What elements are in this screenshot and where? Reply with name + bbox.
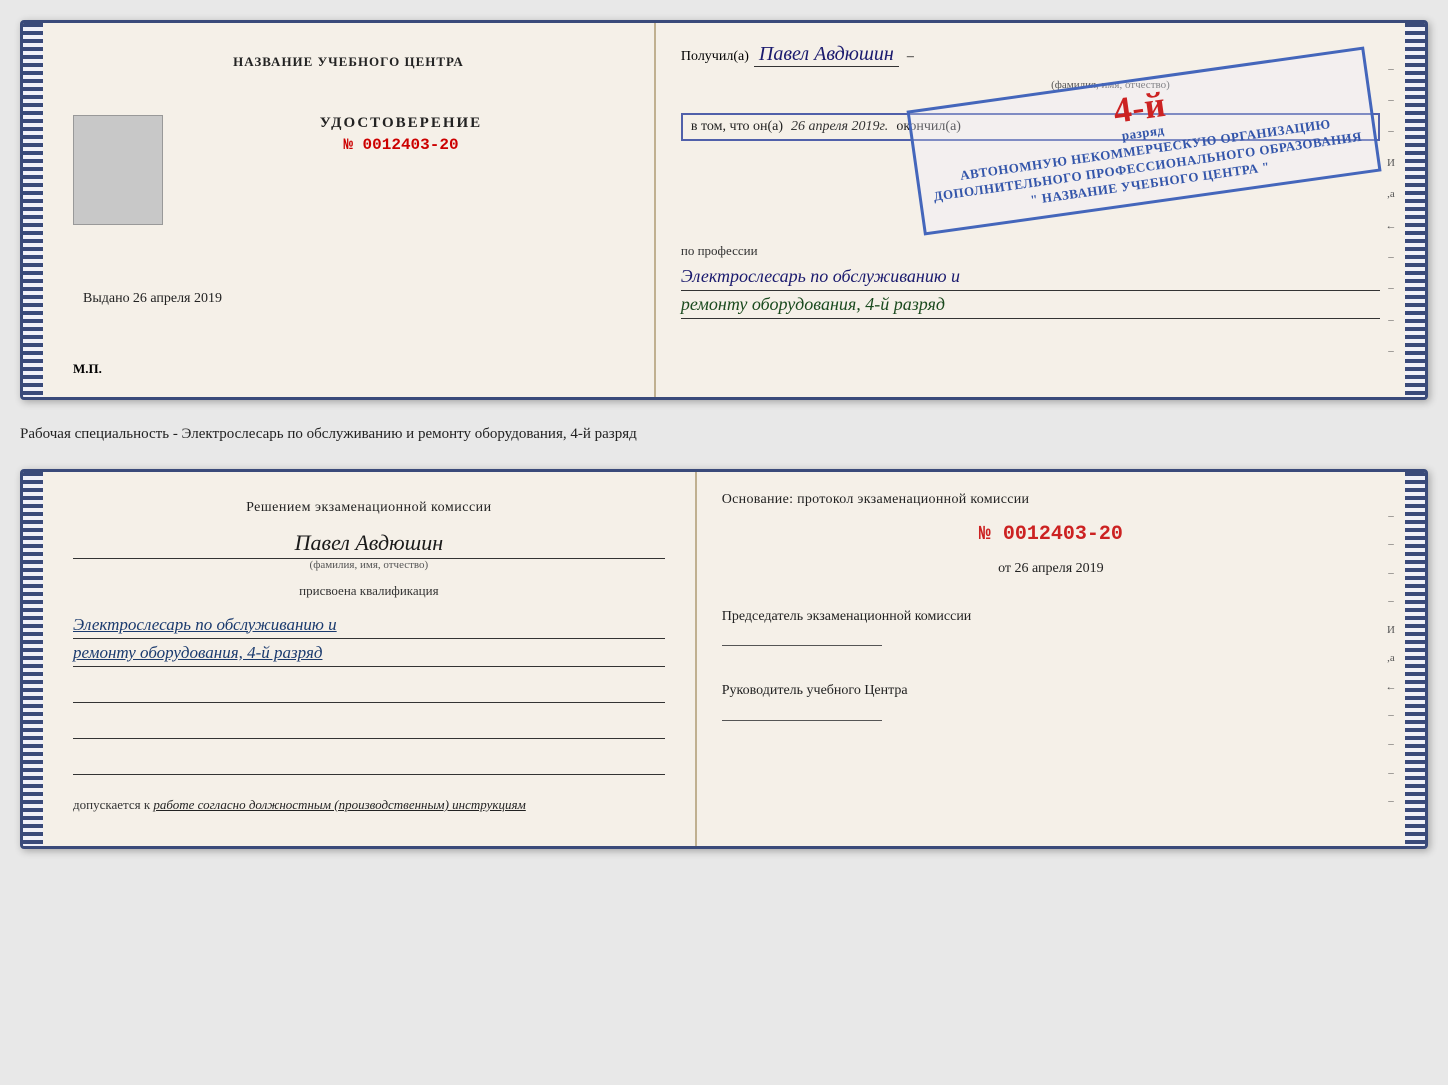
- cert-number: № 0012403-20: [343, 136, 458, 154]
- issued-date: 26 апреля 2019: [133, 291, 222, 306]
- leader-label: Руководитель учебного Центра: [722, 681, 1380, 701]
- received-name: Павел Авдюшин: [754, 43, 899, 67]
- osnov-label: Основание: протокол экзаменационной коми…: [722, 492, 1380, 508]
- person-name-block: Павел Авдюшин (фамилия, имя, отчество): [73, 530, 665, 571]
- bmark-9: –: [1388, 738, 1394, 750]
- underline-3: [73, 751, 665, 775]
- decision-title: Решением экзаменационной комиссии: [73, 497, 665, 518]
- ot-date-block: от 26 апреля 2019: [722, 561, 1380, 577]
- top-doc-inner: НАЗВАНИЕ УЧЕБНОГО ЦЕНТРА УДОСТОВЕРЕНИЕ №…: [43, 23, 1405, 397]
- mark-1: –: [1388, 63, 1394, 75]
- profession-label: по профессии: [681, 243, 1380, 259]
- leader-block: Руководитель учебного Центра: [722, 681, 1380, 721]
- chairman-block: Председатель экзаменационной комиссии: [722, 607, 1380, 647]
- bmark-11: –: [1388, 795, 1394, 807]
- vtom-prefix: в том, что он(а): [691, 119, 783, 135]
- bmark-1: –: [1388, 510, 1394, 522]
- допускается-prefix: допускается к: [73, 797, 150, 812]
- dash-symbol: –: [907, 49, 914, 65]
- cert-text-block: УДОСТОВЕРЕНИЕ № 0012403-20: [178, 115, 624, 154]
- training-center-title: НАЗВАНИЕ УЧЕБНОГО ЦЕНТРА: [233, 53, 464, 71]
- profession-line1: Электрослесарь по обслуживанию и: [681, 263, 1380, 291]
- left-edge-decoration-bottom: [23, 472, 43, 846]
- mark-3: –: [1388, 125, 1394, 137]
- top-certificate-document: НАЗВАНИЕ УЧЕБНОГО ЦЕНТРА УДОСТОВЕРЕНИЕ №…: [20, 20, 1428, 400]
- udostoverenie-label: УДОСТОВЕРЕНИЕ: [320, 115, 483, 132]
- page-wrapper: НАЗВАНИЕ УЧЕБНОГО ЦЕНТРА УДОСТОВЕРЕНИЕ №…: [20, 20, 1428, 849]
- ot-prefix: от: [998, 561, 1011, 576]
- bottom-person-name: Павел Авдюшин: [73, 530, 665, 559]
- bottom-fio-hint: (фамилия, имя, отчество): [73, 559, 665, 571]
- mark-5: ,а: [1387, 188, 1395, 200]
- допускается-value: работе согласно должностным (производств…: [153, 797, 525, 812]
- bottom-doc-inner: Решением экзаменационной комиссии Павел …: [43, 472, 1405, 846]
- bmark-5: И: [1387, 624, 1395, 636]
- underline-2: [73, 715, 665, 739]
- mark-9: –: [1388, 314, 1394, 326]
- profession-line2: ремонту оборудования, 4-й разряд: [681, 291, 1380, 319]
- cert-left-panel: НАЗВАНИЕ УЧЕБНОГО ЦЕНТРА УДОСТОВЕРЕНИЕ №…: [43, 23, 656, 397]
- issued-label: Выдано: [83, 291, 130, 306]
- bottom-right-panel: Основание: протокол экзаменационной коми…: [697, 472, 1405, 846]
- bmark-10: –: [1388, 767, 1394, 779]
- mark-4: И: [1387, 157, 1395, 169]
- protocol-number: № 0012403-20: [722, 523, 1380, 546]
- issued-line: Выдано 26 апреля 2019: [73, 290, 222, 307]
- photo-placeholder: [73, 115, 163, 225]
- stamp-overlay: 4-й разряд АВТОНОМНУЮ НЕКОММЕРЧЕСКУЮ ОРГ…: [906, 46, 1381, 235]
- cert-right-panel: Получил(а) Павел Авдюшин – (фамилия, имя…: [656, 23, 1405, 397]
- bmark-3: –: [1388, 567, 1394, 579]
- mp-label: М.П.: [73, 361, 102, 377]
- mark-10: –: [1388, 345, 1394, 357]
- right-edge-decoration-bottom: [1405, 472, 1425, 846]
- received-prefix: Получил(а): [681, 49, 749, 65]
- ot-date: 26 апреля 2019: [1015, 561, 1104, 576]
- допускается-block: допускается к работе согласно должностны…: [73, 797, 665, 813]
- bottom-qualification-document: Решением экзаменационной комиссии Павел …: [20, 469, 1428, 849]
- chairman-signature-line: [722, 626, 882, 646]
- bottom-left-panel: Решением экзаменационной комиссии Павел …: [43, 472, 697, 846]
- middle-specialty-text: Рабочая специальность - Электрослесарь п…: [20, 418, 1428, 451]
- bmark-8: –: [1388, 709, 1394, 721]
- chairman-label: Председатель экзаменационной комиссии: [722, 607, 1380, 627]
- cert-main-content: УДОСТОВЕРЕНИЕ № 0012403-20: [73, 115, 624, 225]
- qualification-line2: ремонту оборудования, 4-й разряд: [73, 639, 665, 667]
- bmark-7: ←: [1385, 681, 1396, 693]
- bmark-6: ,а: [1387, 652, 1395, 664]
- leader-signature-line: [722, 701, 882, 721]
- bmark-2: –: [1388, 538, 1394, 550]
- mark-8: –: [1388, 282, 1394, 294]
- side-marks-bottom: – – – – И ,а ← – – – –: [1382, 502, 1400, 816]
- mark-6: ←: [1385, 220, 1396, 232]
- mark-2: –: [1388, 94, 1394, 106]
- qualification-line1: Электрослесарь по обслуживанию и: [73, 611, 665, 639]
- profession-block: по профессии Электрослесарь по обслужива…: [681, 243, 1380, 319]
- mark-7: –: [1388, 251, 1394, 263]
- qualification-block: Электрослесарь по обслуживанию и ремонту…: [73, 611, 665, 667]
- left-edge-decoration: [23, 23, 43, 397]
- underline-1: [73, 679, 665, 703]
- bmark-4: –: [1388, 595, 1394, 607]
- side-marks-top: – – – И ,а ← – – – –: [1382, 53, 1400, 367]
- assigned-label: присвоена квалификация: [73, 583, 665, 599]
- vtom-date: 26 апреля 2019г.: [791, 119, 888, 135]
